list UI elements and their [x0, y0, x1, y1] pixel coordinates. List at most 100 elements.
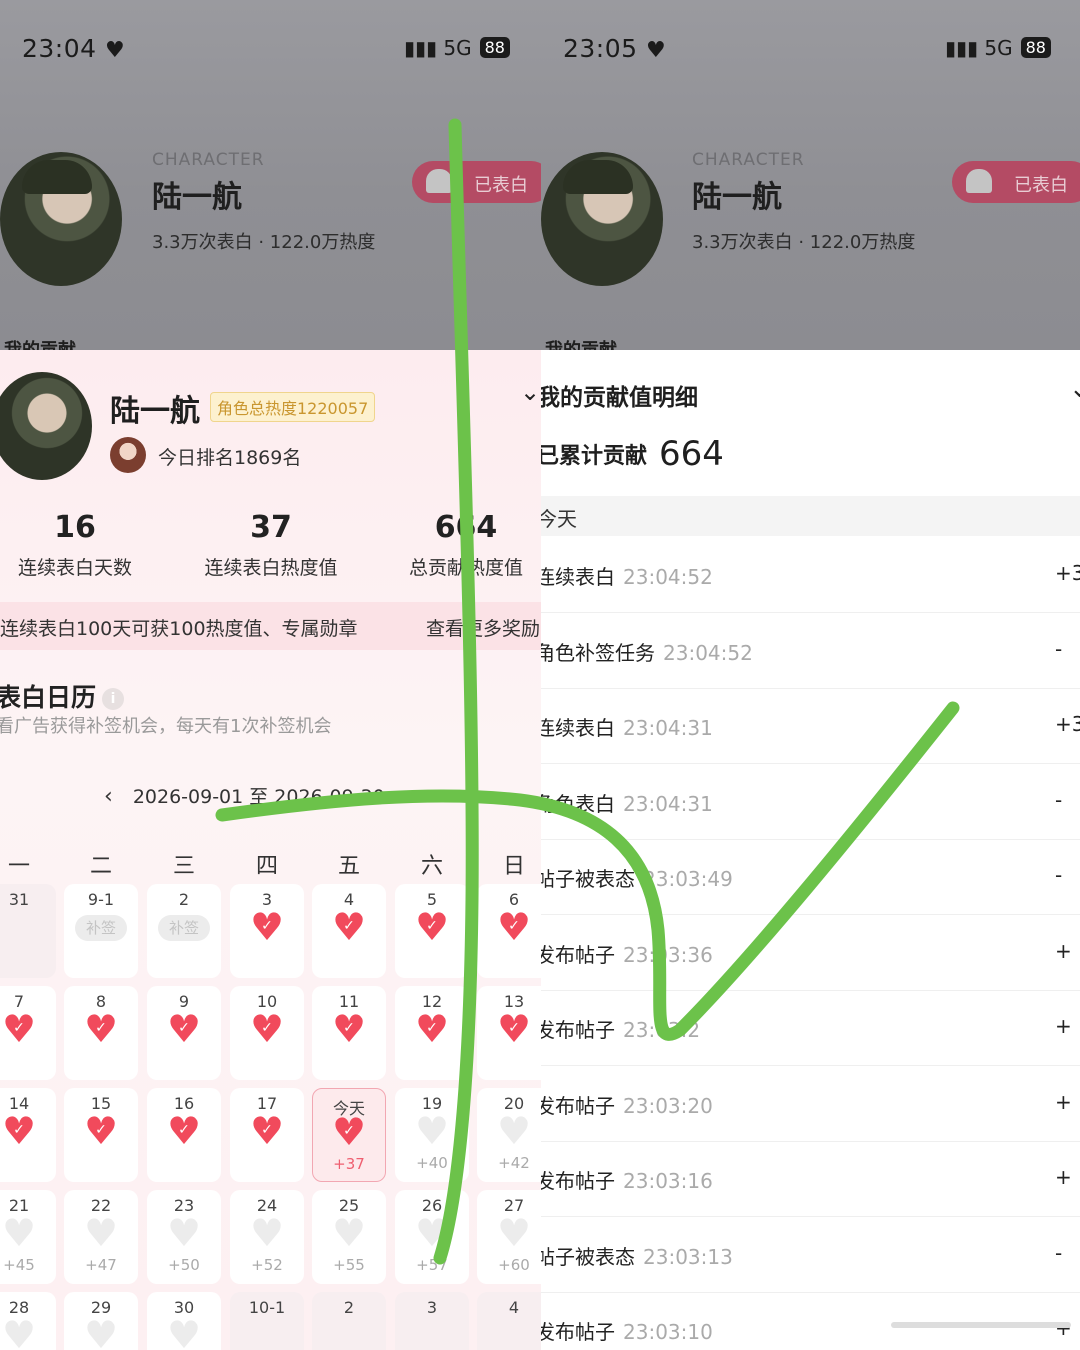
- calendar-day[interactable]: 19 ♥ +40: [395, 1088, 469, 1182]
- day-points: +50: [168, 1256, 200, 1274]
- weekday-label: 一: [7, 854, 30, 879]
- calendar-day[interactable]: 今天 ♥ ✓ +37: [312, 1088, 386, 1182]
- calendar-day[interactable]: 14 ♥ ✓: [0, 1088, 56, 1182]
- stat-streak-days: 16 连续表白天数: [17, 510, 132, 579]
- calendar-day[interactable]: 24 ♥ +52: [230, 1190, 304, 1284]
- character-avatar[interactable]: [0, 152, 122, 286]
- makeup-checkin-button[interactable]: 补签: [75, 915, 127, 941]
- heart-empty-icon: ♥: [1, 1313, 37, 1350]
- calendar-day[interactable]: 15 ♥ ✓: [64, 1088, 138, 1182]
- calendar-day[interactable]: 3 ♥ ✓: [230, 884, 304, 978]
- row-time: 23:03:20: [623, 1093, 713, 1118]
- row-label: 连续表白 23:04:52: [541, 565, 713, 589]
- character-tag: CHARACTER: [692, 150, 805, 170]
- day-points: +47: [85, 1256, 117, 1274]
- day-number: 4: [508, 1298, 520, 1317]
- calendar-day[interactable]: 25 ♥ +55: [312, 1190, 386, 1284]
- confessed-button[interactable]: 已表白: [412, 161, 541, 203]
- total-heat-badge: 角色总热度1220057: [210, 392, 376, 422]
- calendar-day[interactable]: 7 ♥ ✓: [0, 986, 56, 1080]
- character-tag: CHARACTER: [152, 150, 265, 170]
- prev-range-icon[interactable]: ‹: [104, 784, 113, 809]
- contribution-row: 发布帖子 23:03:36 +: [541, 915, 1080, 991]
- calendar-subtitle: 看广告获得补签机会，每天有1次补签机会: [0, 716, 332, 737]
- heart-empty-icon: ♥: [1, 1211, 37, 1255]
- row-label: 发布帖子 23:03:10: [541, 1320, 713, 1344]
- calendar-day[interactable]: 8 ♥ ✓: [64, 986, 138, 1080]
- heart-empty-icon: ♥: [414, 1211, 450, 1255]
- calendar-day[interactable]: 4 ♥ ✓: [312, 884, 386, 978]
- row-time: 23:03:16: [623, 1169, 713, 1193]
- confess-icon: [426, 169, 452, 193]
- collapse-chevron-icon[interactable]: ⌄: [1069, 374, 1080, 404]
- contribution-row: 发布帖子 23:03:2 +: [541, 990, 1080, 1066]
- more-rewards-link[interactable]: 查看更多奖励: [426, 614, 540, 641]
- user-avatar: [110, 437, 146, 473]
- heart-empty-icon: ♥: [249, 1211, 285, 1255]
- makeup-checkin-button[interactable]: 补签: [158, 915, 210, 941]
- check-icon: ✓: [178, 1020, 190, 1036]
- reward-banner[interactable]: 连续表白100天可获100热度值、专属勋章 查看更多奖励: [0, 602, 541, 650]
- character-stats: 3.3万次表白 · 122.0万热度: [692, 232, 916, 253]
- calendar-day[interactable]: 9 ♥ ✓: [147, 986, 221, 1080]
- weekday-label: 六: [420, 854, 443, 879]
- check-icon: ✓: [178, 1122, 190, 1138]
- row-points: +37: [1055, 561, 1080, 585]
- calendar-day[interactable]: 16 ♥ ✓: [147, 1088, 221, 1182]
- heart-empty-icon: ♥: [496, 1211, 532, 1255]
- row-time: 23:04:52: [623, 565, 713, 589]
- row-label: 角色表白 23:04:31: [541, 791, 713, 816]
- row-points: -: [1055, 1240, 1063, 1265]
- info-icon[interactable]: i: [102, 688, 125, 710]
- collapse-chevron-icon[interactable]: ⌄: [520, 378, 540, 406]
- left-screenshot: 23:04 ♥ ▮▮▮ 5G 88 CHARACTER 陆一航 3.3万次表白 ·…: [0, 0, 541, 1350]
- calendar-day[interactable]: 6 ♥ ✓: [477, 884, 541, 978]
- row-label: 连续表白 23:04:31: [541, 716, 713, 740]
- calendar-day[interactable]: 5 ♥ ✓: [395, 884, 469, 978]
- status-time: 23:05 ♥: [563, 34, 667, 63]
- character-avatar[interactable]: [541, 152, 663, 286]
- calendar-day[interactable]: 2 补签: [147, 884, 221, 978]
- calendar-day[interactable]: 13 ♥ ✓: [477, 986, 541, 1080]
- confess-icon: [966, 169, 992, 193]
- confessed-button[interactable]: 已表白: [952, 161, 1080, 203]
- contribution-row: 发布帖子 23:03:16 +: [541, 1141, 1080, 1217]
- reward-text: 连续表白100天可获100热度值、专属勋章: [0, 618, 358, 640]
- row-time: 23:04:31: [623, 791, 713, 816]
- check-icon: ✓: [343, 918, 355, 934]
- check-icon: ✓: [343, 1020, 355, 1036]
- home-indicator: [891, 1322, 1071, 1328]
- contribution-row: 角色表白 23:04:31 -: [541, 764, 1080, 840]
- date-range: ‹ 2026-09-01 至 2026-09-30: [104, 784, 385, 809]
- calendar-day[interactable]: 10 ♥ ✓: [230, 986, 304, 1080]
- right-screenshot: 23:05 ♥ ▮▮▮ 5G 88 CHARACTER 陆一航 3.3万次表白 ·…: [541, 0, 1080, 1350]
- calendar-day[interactable]: 11 ♥ ✓: [312, 986, 386, 1080]
- row-points: +: [1055, 1014, 1072, 1038]
- row-points: -: [1055, 636, 1063, 661]
- contribution-row: 发布帖子 23:03:20 +: [541, 1066, 1080, 1142]
- heart-empty-icon: ♥: [83, 1211, 119, 1255]
- row-label: 发布帖子 23:03:36: [541, 942, 713, 967]
- daily-rank: 今日排名1869名: [158, 447, 302, 469]
- row-label: 角色补签任务 23:04:52: [541, 640, 753, 665]
- calendar-day[interactable]: 17 ♥ ✓: [230, 1088, 304, 1182]
- row-time: 23:04:52: [663, 640, 753, 665]
- contribution-row: 连续表白23:04:31 +37: [541, 688, 1080, 764]
- calendar-day[interactable]: 27 ♥ +60: [477, 1190, 541, 1284]
- check-icon: ✓: [261, 1020, 273, 1036]
- calendar-day[interactable]: 26 ♥ +57: [395, 1190, 469, 1284]
- calendar-day[interactable]: 29 ♥: [64, 1292, 138, 1350]
- calendar-day[interactable]: 21 ♥ +45: [0, 1190, 56, 1284]
- calendar-day[interactable]: 12 ♥ ✓: [395, 986, 469, 1080]
- calendar-day[interactable]: 30 ♥: [147, 1292, 221, 1350]
- calendar-day[interactable]: 28 ♥: [0, 1292, 56, 1350]
- row-points: +: [1055, 938, 1072, 963]
- check-icon: ✓: [261, 1122, 273, 1138]
- check-icon: ✓: [13, 1020, 25, 1036]
- calendar-day[interactable]: 9-1 补签: [64, 884, 138, 978]
- calendar-day[interactable]: 23 ♥ +50: [147, 1190, 221, 1284]
- stat-streak-heat: 37 连续表白热度值: [204, 510, 338, 579]
- calendar-day[interactable]: 22 ♥ +47: [64, 1190, 138, 1284]
- calendar-day[interactable]: 20 ♥ +42: [477, 1088, 541, 1182]
- contribution-row: 帖子被表态 23:03:49 -: [541, 839, 1080, 915]
